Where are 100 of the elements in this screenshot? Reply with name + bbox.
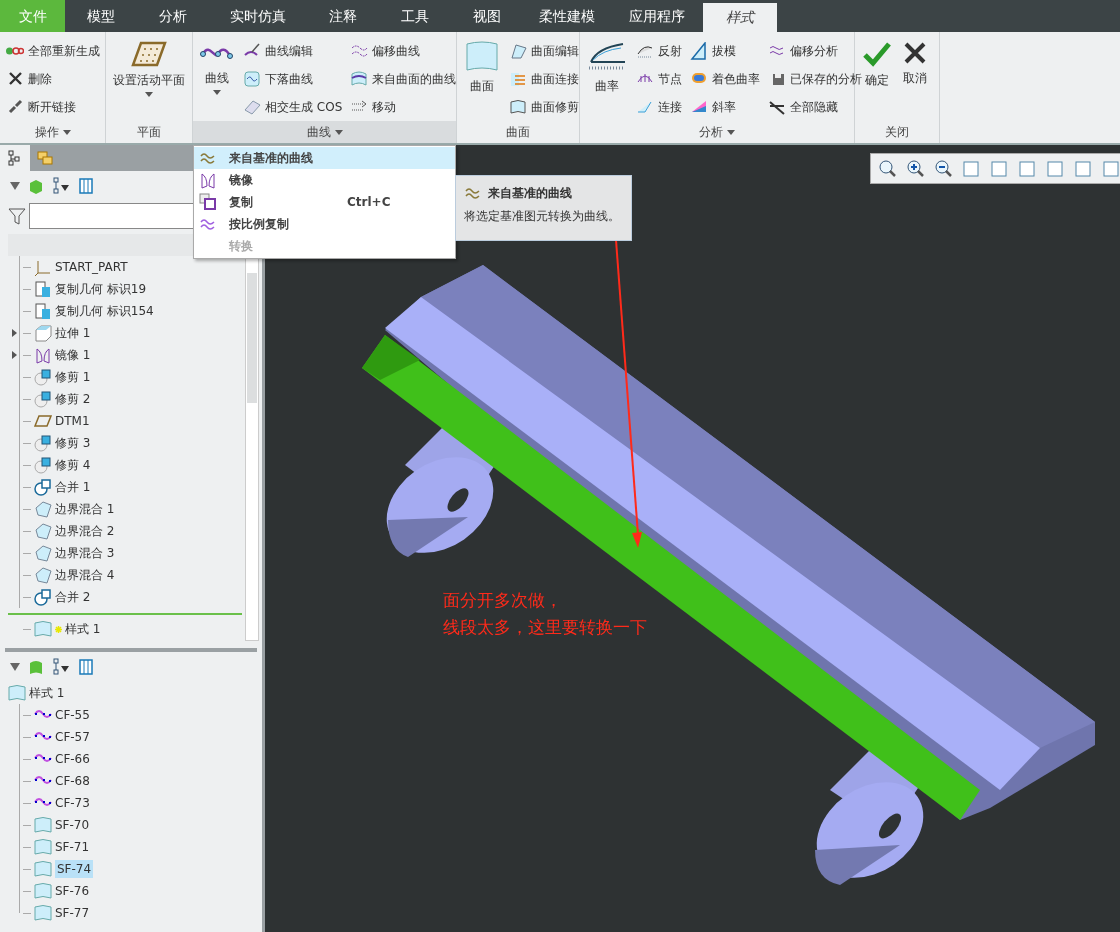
group-label[interactable]: 关闭 — [855, 121, 939, 143]
tree-item[interactable]: 边界混合 4 — [55, 566, 115, 584]
tree-item[interactable]: 样式 1 — [65, 620, 101, 638]
ribbon-tab[interactable]: 实时仿真 — [209, 0, 307, 32]
ribbon-button[interactable]: 节点 — [634, 66, 684, 92]
tree-icon — [7, 150, 23, 166]
ribbon-button[interactable]: 全部隐藏 — [766, 94, 864, 120]
tree-item[interactable]: CF-73 — [55, 794, 90, 812]
style-icon[interactable] — [28, 659, 44, 675]
tree-item[interactable]: 边界混合 1 — [55, 500, 115, 518]
projected-curve-icon — [243, 70, 261, 88]
tree-item[interactable]: 复制几何 标识154 — [55, 302, 154, 320]
ribbon-button[interactable]: 拔模 — [688, 38, 762, 64]
caret-icon — [62, 129, 71, 135]
tree-item[interactable]: SF-76 — [55, 882, 90, 900]
columns-icon[interactable] — [78, 177, 96, 195]
ribbon-button[interactable]: 曲面编辑 — [507, 38, 581, 64]
ribbon-button[interactable]: 断开链接 — [4, 94, 102, 120]
group-label[interactable]: 曲面 — [457, 121, 579, 143]
expand-arrow-icon[interactable] — [12, 351, 17, 359]
ribbon-tab[interactable]: 应用程序 — [611, 0, 703, 32]
menu-item[interactable]: 镜像 — [194, 169, 455, 191]
layers-icon — [37, 150, 53, 166]
tree-item[interactable]: CF-55 — [55, 706, 90, 724]
tree-item[interactable]: 镜像 1 — [55, 346, 91, 364]
tree-item[interactable]: 边界混合 3 — [55, 544, 115, 562]
ribbon-button[interactable]: 曲线编辑 — [241, 38, 345, 64]
tree-item[interactable]: 修剪 2 — [55, 390, 91, 408]
offset-curve-icon — [350, 42, 369, 60]
ribbon-button[interactable]: 曲率 — [584, 36, 630, 121]
group-label[interactable]: 分析 — [580, 121, 854, 143]
ribbon-button[interactable]: 曲面修剪 — [507, 94, 581, 120]
insert-marker[interactable] — [8, 613, 242, 615]
tree-item[interactable]: CF-57 — [55, 728, 90, 746]
ribbon-tab[interactable]: 模型 — [65, 0, 137, 32]
ribbon-button[interactable]: 移动 — [348, 94, 459, 120]
ribbon-button[interactable]: 曲面连接 — [507, 66, 581, 92]
ribbon-tab[interactable]: 注释 — [307, 0, 379, 32]
zoom-fit-icon[interactable] — [877, 158, 897, 179]
zoom-in-icon[interactable] — [905, 158, 925, 179]
ribbon-button[interactable]: 曲面 — [461, 36, 503, 121]
tree-item[interactable]: 修剪 3 — [55, 434, 91, 452]
group-label[interactable]: 曲线 — [193, 121, 456, 143]
surface-patch-icon — [34, 566, 52, 584]
menu-item[interactable]: 按比例复制 — [194, 213, 455, 235]
ribbon-button[interactable]: 连接 — [634, 94, 684, 120]
ribbon-button[interactable]: 反射 — [634, 38, 684, 64]
tree-item[interactable]: SF-71 — [55, 838, 90, 856]
ribbon-button[interactable]: 曲线 — [197, 36, 237, 121]
ribbon-button[interactable]: 斜率 — [688, 94, 762, 120]
menu-item[interactable]: 复制 Ctrl+C — [194, 191, 455, 213]
ribbon-button[interactable]: 删除 — [4, 66, 102, 92]
ribbon-tab[interactable]: 视图 — [451, 0, 523, 32]
ribbon-tab[interactable]: 工具 — [379, 0, 451, 32]
group-label[interactable]: 平面 — [106, 121, 192, 143]
checkmark-icon — [862, 40, 892, 68]
ribbon-button[interactable]: 着色曲率 — [688, 66, 762, 92]
ribbon-button[interactable]: 偏移曲线 — [348, 38, 459, 64]
tree-item[interactable]: 样式 1 — [29, 684, 65, 702]
zoom-out-icon[interactable] — [933, 158, 953, 179]
tree-item[interactable]: 拉伸 1 — [55, 324, 91, 342]
group-label[interactable]: 操作 — [0, 121, 105, 143]
tree-item[interactable]: 复制几何 标识19 — [55, 280, 147, 298]
trim-icon — [34, 434, 52, 452]
tree-filter-icon[interactable] — [52, 658, 70, 676]
columns-icon[interactable] — [78, 658, 96, 676]
surface-icon — [34, 882, 52, 900]
tree-item[interactable]: DTM1 — [55, 412, 90, 430]
tree-item[interactable]: CF-68 — [55, 772, 90, 790]
tree-item[interactable]: SF-74 — [55, 860, 94, 878]
tree-item[interactable]: START_PART — [55, 258, 128, 276]
tree-item[interactable]: 合并 1 — [55, 478, 91, 496]
tree-item[interactable]: 修剪 1 — [55, 368, 91, 386]
expand-arrow-icon[interactable] — [10, 182, 20, 190]
tree-item[interactable]: SF-77 — [55, 904, 90, 922]
expand-arrow-icon[interactable] — [12, 329, 17, 337]
ribbon-button[interactable]: 下落曲线 — [241, 66, 345, 92]
ribbon-button[interactable]: 已保存的分析 — [766, 66, 864, 92]
panel-tab[interactable] — [0, 145, 30, 171]
scrollbar[interactable] — [245, 256, 259, 641]
tree-item[interactable]: 合并 2 — [55, 588, 91, 606]
ribbon-button[interactable]: 偏移分析 — [766, 38, 864, 64]
ribbon-tab[interactable]: 柔性建模 — [523, 0, 611, 32]
ribbon-button[interactable]: 全部重新生成 — [4, 38, 102, 64]
tree-item[interactable]: SF-70 — [55, 816, 90, 834]
expand-arrow-icon[interactable] — [10, 663, 20, 671]
ribbon-tab[interactable]: 样式 — [703, 3, 777, 32]
tree-item[interactable]: 边界混合 2 — [55, 522, 115, 540]
surface-patch-icon — [34, 522, 52, 540]
menu-item[interactable]: 来自基准的曲线 — [194, 147, 455, 169]
tree-filter-icon[interactable] — [52, 177, 70, 195]
new-marker-icon — [55, 625, 62, 633]
ribbon-tab[interactable]: 分析 — [137, 0, 209, 32]
ribbon-button[interactable]: 相交生成 COS — [241, 94, 345, 120]
tree-item[interactable]: CF-66 — [55, 750, 90, 768]
tree-item[interactable]: 修剪 4 — [55, 456, 91, 474]
surface-icon — [34, 816, 52, 834]
ribbon-button[interactable]: 取消 — [899, 36, 931, 121]
ribbon-button[interactable]: 设置活动平面 — [110, 36, 188, 121]
ribbon-button[interactable]: 来自曲面的曲线 — [348, 66, 459, 92]
